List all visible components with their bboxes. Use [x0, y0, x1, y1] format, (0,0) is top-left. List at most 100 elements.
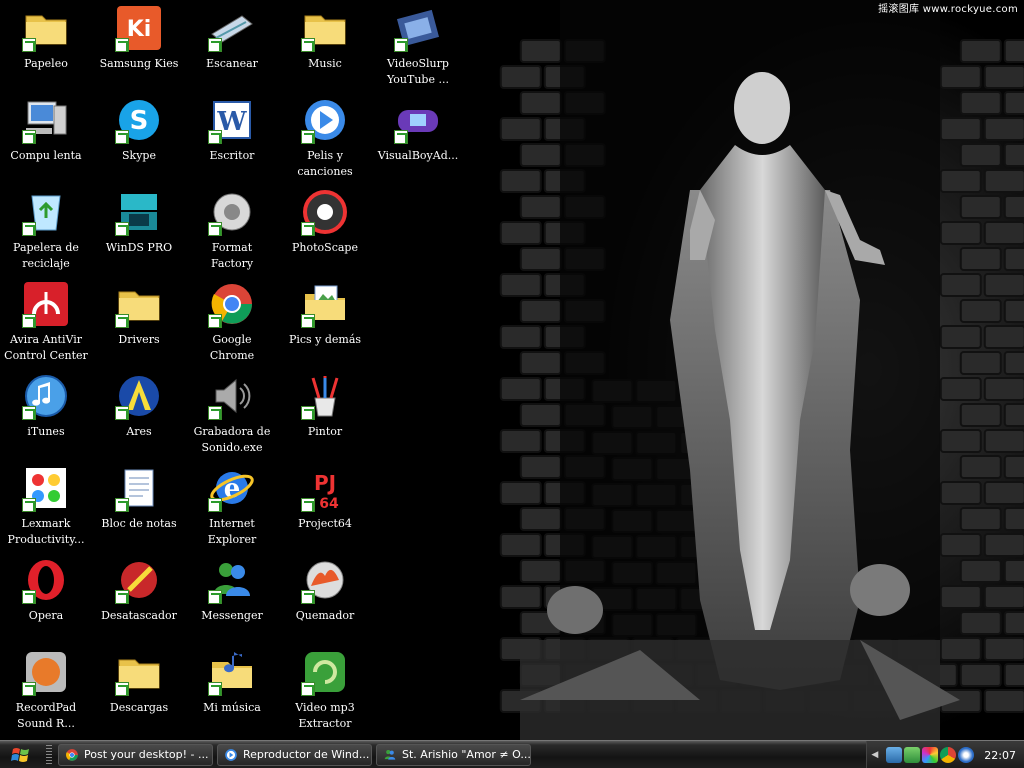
- watermark-text: 摇滚图库 www.rockyue.com: [878, 4, 1018, 15]
- shortcut-arrow-icon: [301, 590, 315, 604]
- photoscape-icon: [301, 188, 349, 236]
- taskbar-task-button[interactable]: Post your desktop! - ...: [58, 743, 213, 766]
- desktop-shortcut-label: iTunes: [27, 425, 65, 438]
- ares-tray-icon[interactable]: [958, 747, 975, 763]
- shortcut-arrow-icon: [301, 222, 315, 236]
- folder-icon: [301, 4, 349, 52]
- tray-expand-icon[interactable]: ◀: [871, 750, 878, 760]
- desktop-shortcut[interactable]: VideoSlurp YouTube ...: [372, 2, 464, 92]
- shortcut-arrow-icon: [208, 222, 222, 236]
- desktop-shortcut[interactable]: Video mp3 Extractor: [279, 646, 371, 736]
- windows-logo-icon: [11, 747, 29, 762]
- shortcut-arrow-icon: [208, 590, 222, 604]
- shortcut-arrow-icon: [301, 130, 315, 144]
- project64-icon: PJ 64: [301, 464, 349, 512]
- video-mp3-icon: [301, 648, 349, 696]
- desktop-shortcut-label: Grabadora de Sonido.exe: [193, 425, 271, 454]
- desktop-shortcut-label: Format Factory: [210, 241, 254, 270]
- desktop-shortcut[interactable]: W Escritor: [186, 94, 278, 184]
- desktop-shortcut-label: Opera: [28, 609, 64, 622]
- desktop-shortcut-label: Avira AntiVir Control Center: [4, 333, 88, 362]
- desktop-shortcut-label: VideoSlurp YouTube ...: [387, 57, 449, 86]
- paint-icon: [301, 372, 349, 420]
- desktop-icon-area: Papeleo Ki Samsung Kies Escanear Music VideoS…: [0, 0, 470, 740]
- shortcut-arrow-icon: [301, 314, 315, 328]
- desktop-shortcut-label: Video mp3 Extractor: [295, 701, 355, 730]
- desktop-shortcut[interactable]: PJ 64 Project64: [279, 462, 371, 552]
- desktop-shortcut[interactable]: Ares: [93, 370, 185, 460]
- desktop-shortcut-label: Pelis y canciones: [297, 149, 353, 178]
- chrome-tray-icon[interactable]: [940, 747, 957, 763]
- desktop-shortcut[interactable]: Ki Samsung Kies: [93, 2, 185, 92]
- lexmark-tray-icon[interactable]: [922, 747, 939, 763]
- desktop-shortcut[interactable]: Bloc de notas: [93, 462, 185, 552]
- internet-explorer-icon: e: [208, 464, 256, 512]
- desktop-shortcut[interactable]: S Skype: [93, 94, 185, 184]
- avira-icon: [22, 280, 70, 328]
- desktop-shortcut[interactable]: Escanear: [186, 2, 278, 92]
- speaker-icon: [208, 372, 256, 420]
- clock[interactable]: 22:07: [984, 749, 1016, 762]
- desktop-shortcut[interactable]: VisualBoyAd...: [372, 94, 464, 184]
- desktop-shortcut[interactable]: Google Chrome: [186, 278, 278, 368]
- desktop-shortcut[interactable]: Pintor: [279, 370, 371, 460]
- desktop-shortcut[interactable]: Messenger: [186, 554, 278, 644]
- burner-icon: [301, 556, 349, 604]
- system-tray: ◀ 22:07: [866, 741, 1024, 768]
- desktop-shortcut-label: Pics y demás: [288, 333, 362, 346]
- desktop-shortcut[interactable]: Opera: [0, 554, 92, 644]
- shortcut-arrow-icon: [22, 130, 36, 144]
- desktop-shortcut-label: Skype: [122, 149, 156, 162]
- desktop-shortcut[interactable]: Compu lenta: [0, 94, 92, 184]
- desktop-shortcut-label: Escanear: [206, 57, 258, 70]
- desktop-shortcut-label: Compu lenta: [10, 149, 82, 162]
- desktop-shortcut-label: Escritor: [209, 149, 255, 162]
- shortcut-arrow-icon: [301, 38, 315, 52]
- lexmark-icon: [22, 464, 70, 512]
- desktop-shortcut[interactable]: Descargas: [93, 646, 185, 736]
- desktop-shortcut[interactable]: RecordPad Sound R...: [0, 646, 92, 736]
- desktop-shortcut[interactable]: WinDS PRO: [93, 186, 185, 276]
- desktop-shortcut[interactable]: iTunes: [0, 370, 92, 460]
- network-icon[interactable]: [886, 747, 903, 763]
- desktop-shortcut[interactable]: Avira AntiVir Control Center: [0, 278, 92, 368]
- taskbar-task-button[interactable]: St. Arishio "Amor ≠ O...: [376, 743, 531, 766]
- taskbar-task-label: Reproductor de Wind...: [243, 748, 370, 761]
- messenger-tray-icon[interactable]: [904, 747, 921, 763]
- taskbar-task-button[interactable]: Reproductor de Wind...: [217, 743, 372, 766]
- desktop-shortcut[interactable]: Music: [279, 2, 371, 92]
- shortcut-arrow-icon: [115, 130, 129, 144]
- desktop-shortcut-label: RecordPad Sound R...: [15, 701, 77, 730]
- desktop-shortcut[interactable]: Grabadora de Sonido.exe: [186, 370, 278, 460]
- desktop-shortcut[interactable]: Drivers: [93, 278, 185, 368]
- svg-text:Ki: Ki: [127, 17, 152, 42]
- computer-icon: [22, 96, 70, 144]
- desktop-shortcut-label: Internet Explorer: [207, 517, 257, 546]
- shortcut-arrow-icon: [208, 682, 222, 696]
- desktop-shortcut-label: Messenger: [201, 609, 263, 622]
- start-button[interactable]: [0, 741, 42, 768]
- picture-folder-icon: [301, 280, 349, 328]
- desktop-shortcut-label: Drivers: [118, 333, 160, 346]
- desktop-shortcut[interactable]: Pics y demás: [279, 278, 371, 368]
- desktop-shortcut[interactable]: PhotoScape: [279, 186, 371, 276]
- taskbar-grip[interactable]: [46, 744, 52, 765]
- shortcut-arrow-icon: [115, 498, 129, 512]
- taskbar-task-list: Post your desktop! - ... Reproductor de W…: [58, 743, 535, 766]
- shortcut-arrow-icon: [394, 130, 408, 144]
- shortcut-arrow-icon: [208, 130, 222, 144]
- desktop-shortcut-label: WinDS PRO: [105, 241, 173, 254]
- taskbar-task-label: Post your desktop! - ...: [84, 748, 209, 761]
- desktop-shortcut[interactable]: Pelis y canciones: [279, 94, 371, 184]
- messenger-icon: [383, 748, 397, 762]
- desktop-shortcut[interactable]: Lexmark Productivity...: [0, 462, 92, 552]
- desktop-shortcut[interactable]: Papelera de reciclaje: [0, 186, 92, 276]
- desktop-shortcut[interactable]: Mi música: [186, 646, 278, 736]
- desktop-shortcut[interactable]: Format Factory: [186, 186, 278, 276]
- shortcut-arrow-icon: [208, 314, 222, 328]
- desktop-shortcut[interactable]: Desatascador: [93, 554, 185, 644]
- shortcut-arrow-icon: [115, 590, 129, 604]
- desktop-shortcut[interactable]: Papeleo: [0, 2, 92, 92]
- desktop-shortcut[interactable]: Quemador: [279, 554, 371, 644]
- desktop-shortcut[interactable]: e Internet Explorer: [186, 462, 278, 552]
